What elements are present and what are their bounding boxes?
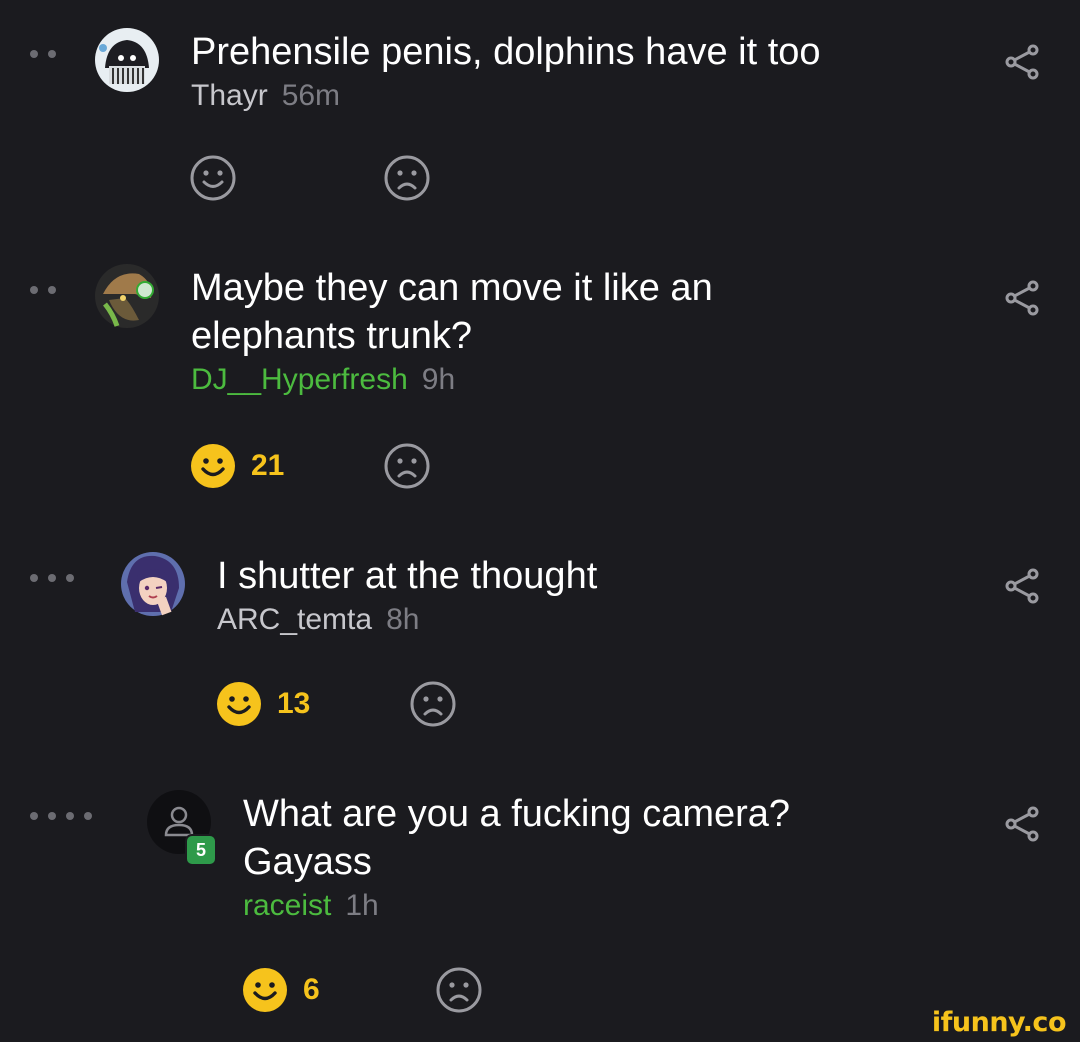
comment-text: Maybe they can move it like an elephants… bbox=[191, 267, 713, 357]
author-name[interactable]: Thayr bbox=[191, 79, 268, 112]
timestamp: 9h bbox=[421, 363, 456, 396]
frown-outline-icon bbox=[436, 967, 482, 1013]
comment-meta: ARC_temta 8h bbox=[217, 600, 597, 640]
masked-character-avatar-icon bbox=[95, 28, 159, 92]
share-icon bbox=[1005, 806, 1039, 842]
share-icon bbox=[1005, 280, 1039, 316]
like-count: 13 bbox=[277, 687, 311, 720]
like-count: 21 bbox=[251, 449, 285, 482]
user-avatar[interactable]: 5 bbox=[147, 790, 217, 866]
ifunny-watermark: ifunny.co bbox=[931, 1007, 1067, 1038]
user-avatar[interactable] bbox=[121, 552, 185, 616]
share-button[interactable] bbox=[1003, 566, 1043, 611]
thread-depth-dots bbox=[30, 286, 56, 294]
timestamp: 56m bbox=[281, 79, 341, 112]
timestamp: 1h bbox=[345, 889, 379, 922]
comment-thread: Prehensile penis, dolphins have it too T… bbox=[0, 0, 1080, 1042]
share-button[interactable] bbox=[1003, 42, 1043, 87]
anime-character-avatar-icon bbox=[121, 552, 185, 616]
comment-meta: raceist 1h bbox=[243, 886, 790, 926]
like-button[interactable]: 21 bbox=[189, 442, 383, 490]
splatoon-character-avatar-icon bbox=[95, 264, 159, 328]
like-button[interactable] bbox=[189, 154, 383, 202]
smile-outline-icon bbox=[190, 155, 236, 201]
thread-depth-dots bbox=[30, 812, 92, 820]
smile-filled-icon bbox=[191, 444, 235, 488]
smile-filled-icon bbox=[243, 968, 287, 1012]
share-icon bbox=[1005, 568, 1039, 604]
frown-outline-icon bbox=[410, 681, 456, 727]
comment-meta: Thayr 56m bbox=[191, 76, 821, 116]
dislike-button[interactable] bbox=[409, 680, 457, 728]
comment-meta: DJ__Hyperfresh 9h bbox=[191, 360, 713, 400]
share-icon bbox=[1005, 44, 1039, 80]
author-name[interactable]: DJ__Hyperfresh bbox=[191, 363, 408, 396]
author-name[interactable]: raceist bbox=[243, 889, 331, 922]
share-button[interactable] bbox=[1003, 804, 1043, 849]
comment-text: Prehensile penis, dolphins have it too bbox=[191, 31, 821, 73]
timestamp: 8h bbox=[386, 603, 420, 636]
user-avatar[interactable] bbox=[95, 28, 159, 92]
thread-depth-dots bbox=[30, 50, 56, 58]
dislike-button[interactable] bbox=[383, 154, 431, 202]
user-avatar[interactable] bbox=[95, 264, 159, 328]
comment-text: I shutter at the thought bbox=[217, 555, 598, 597]
dislike-button[interactable] bbox=[383, 442, 431, 490]
thread-depth-dots bbox=[30, 574, 74, 582]
like-button[interactable]: 13 bbox=[215, 680, 409, 728]
like-button[interactable]: 6 bbox=[241, 966, 435, 1014]
author-name[interactable]: ARC_temta bbox=[217, 603, 372, 636]
comment-text: What are you a fucking camera? Gayass bbox=[243, 793, 791, 883]
level-badge: 5 bbox=[185, 834, 217, 866]
like-count: 6 bbox=[303, 973, 320, 1006]
frown-outline-icon bbox=[384, 155, 430, 201]
dislike-button[interactable] bbox=[435, 966, 483, 1014]
frown-outline-icon bbox=[384, 443, 430, 489]
smile-filled-icon bbox=[217, 682, 261, 726]
share-button[interactable] bbox=[1003, 278, 1043, 323]
